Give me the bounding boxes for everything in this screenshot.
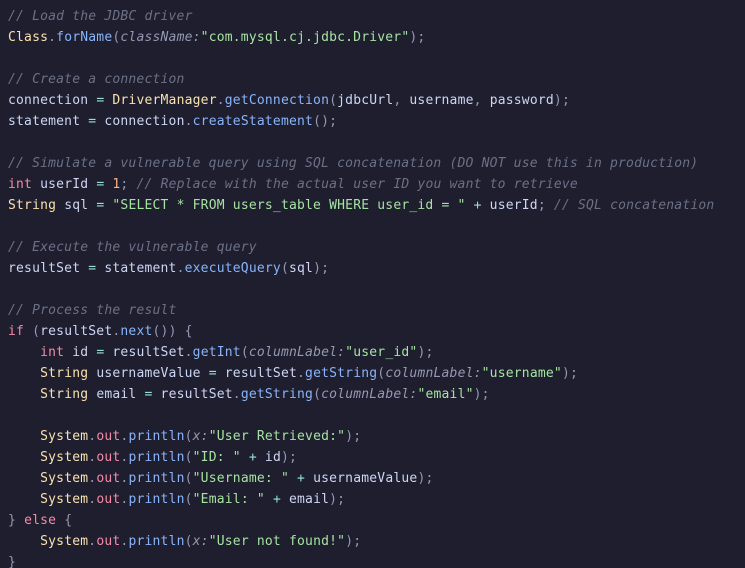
- op-plus: +: [474, 198, 482, 213]
- type-string: String: [8, 198, 56, 213]
- method-getConnection: getConnection: [225, 93, 329, 108]
- string-literal: "Username: ": [193, 471, 289, 486]
- comment: // Replace with the actual user ID you w…: [136, 177, 577, 192]
- type-class: Class: [8, 30, 48, 45]
- method-createStatement: createStatement: [193, 114, 313, 129]
- method-executeQuery: executeQuery: [185, 261, 281, 276]
- param-hint: columnLabel:: [249, 345, 345, 360]
- semicolon: ;: [417, 30, 425, 45]
- code-editor: // Load the JDBC driver Class.forName(cl…: [0, 0, 745, 568]
- keyword-if: if: [8, 324, 24, 339]
- keyword-else: else: [24, 513, 56, 528]
- string-literal: "User Retrieved:": [209, 429, 345, 444]
- string-literal: "user_id": [345, 345, 417, 360]
- string-literal: "username": [482, 366, 562, 381]
- comment: // Load the JDBC driver: [8, 9, 193, 24]
- ident-userId: userId: [40, 177, 88, 192]
- string-literal: "ID: ": [193, 450, 241, 465]
- ident-connection: connection: [8, 93, 88, 108]
- ident-password: password: [490, 93, 554, 108]
- method-next: next: [120, 324, 152, 339]
- string-literal: "Email: ": [193, 492, 265, 507]
- method-println: println: [128, 429, 184, 444]
- dot: .: [48, 30, 56, 45]
- ident-usernameValue: usernameValue: [96, 366, 200, 381]
- method-forName: forName: [56, 30, 112, 45]
- rbrace: }: [8, 513, 16, 528]
- ident-username: username: [409, 93, 473, 108]
- ident-email: email: [96, 387, 136, 402]
- op-assign: =: [96, 93, 104, 108]
- param-hint: x:: [193, 429, 209, 444]
- comment: // Simulate a vulnerable query using SQL…: [8, 156, 698, 171]
- lbrace: {: [185, 324, 193, 339]
- method-getInt: getInt: [193, 345, 241, 360]
- ident-jdbcUrl: jdbcUrl: [337, 93, 393, 108]
- ident-id: id: [72, 345, 88, 360]
- param-hint: className:: [120, 30, 200, 45]
- ident-resultSet: resultSet: [8, 261, 80, 276]
- comment: // Create a connection: [8, 72, 185, 87]
- comment: // SQL concatenation: [554, 198, 715, 213]
- string-literal: "SELECT * FROM users_table WHERE user_id…: [112, 198, 465, 213]
- comment: // Process the result: [8, 303, 177, 318]
- type-system: System: [40, 429, 88, 444]
- type-driver-manager: DriverManager: [112, 93, 216, 108]
- ident-sql: sql: [64, 198, 88, 213]
- field-out: out: [96, 429, 120, 444]
- method-getString: getString: [305, 366, 377, 381]
- keyword-int: int: [8, 177, 32, 192]
- comment: // Execute the vulnerable query: [8, 240, 257, 255]
- string-literal: "com.mysql.cj.jdbc.Driver": [201, 30, 410, 45]
- string-literal: "email": [417, 387, 473, 402]
- ident-statement: statement: [8, 114, 80, 129]
- string-literal: "User not found!": [209, 534, 345, 549]
